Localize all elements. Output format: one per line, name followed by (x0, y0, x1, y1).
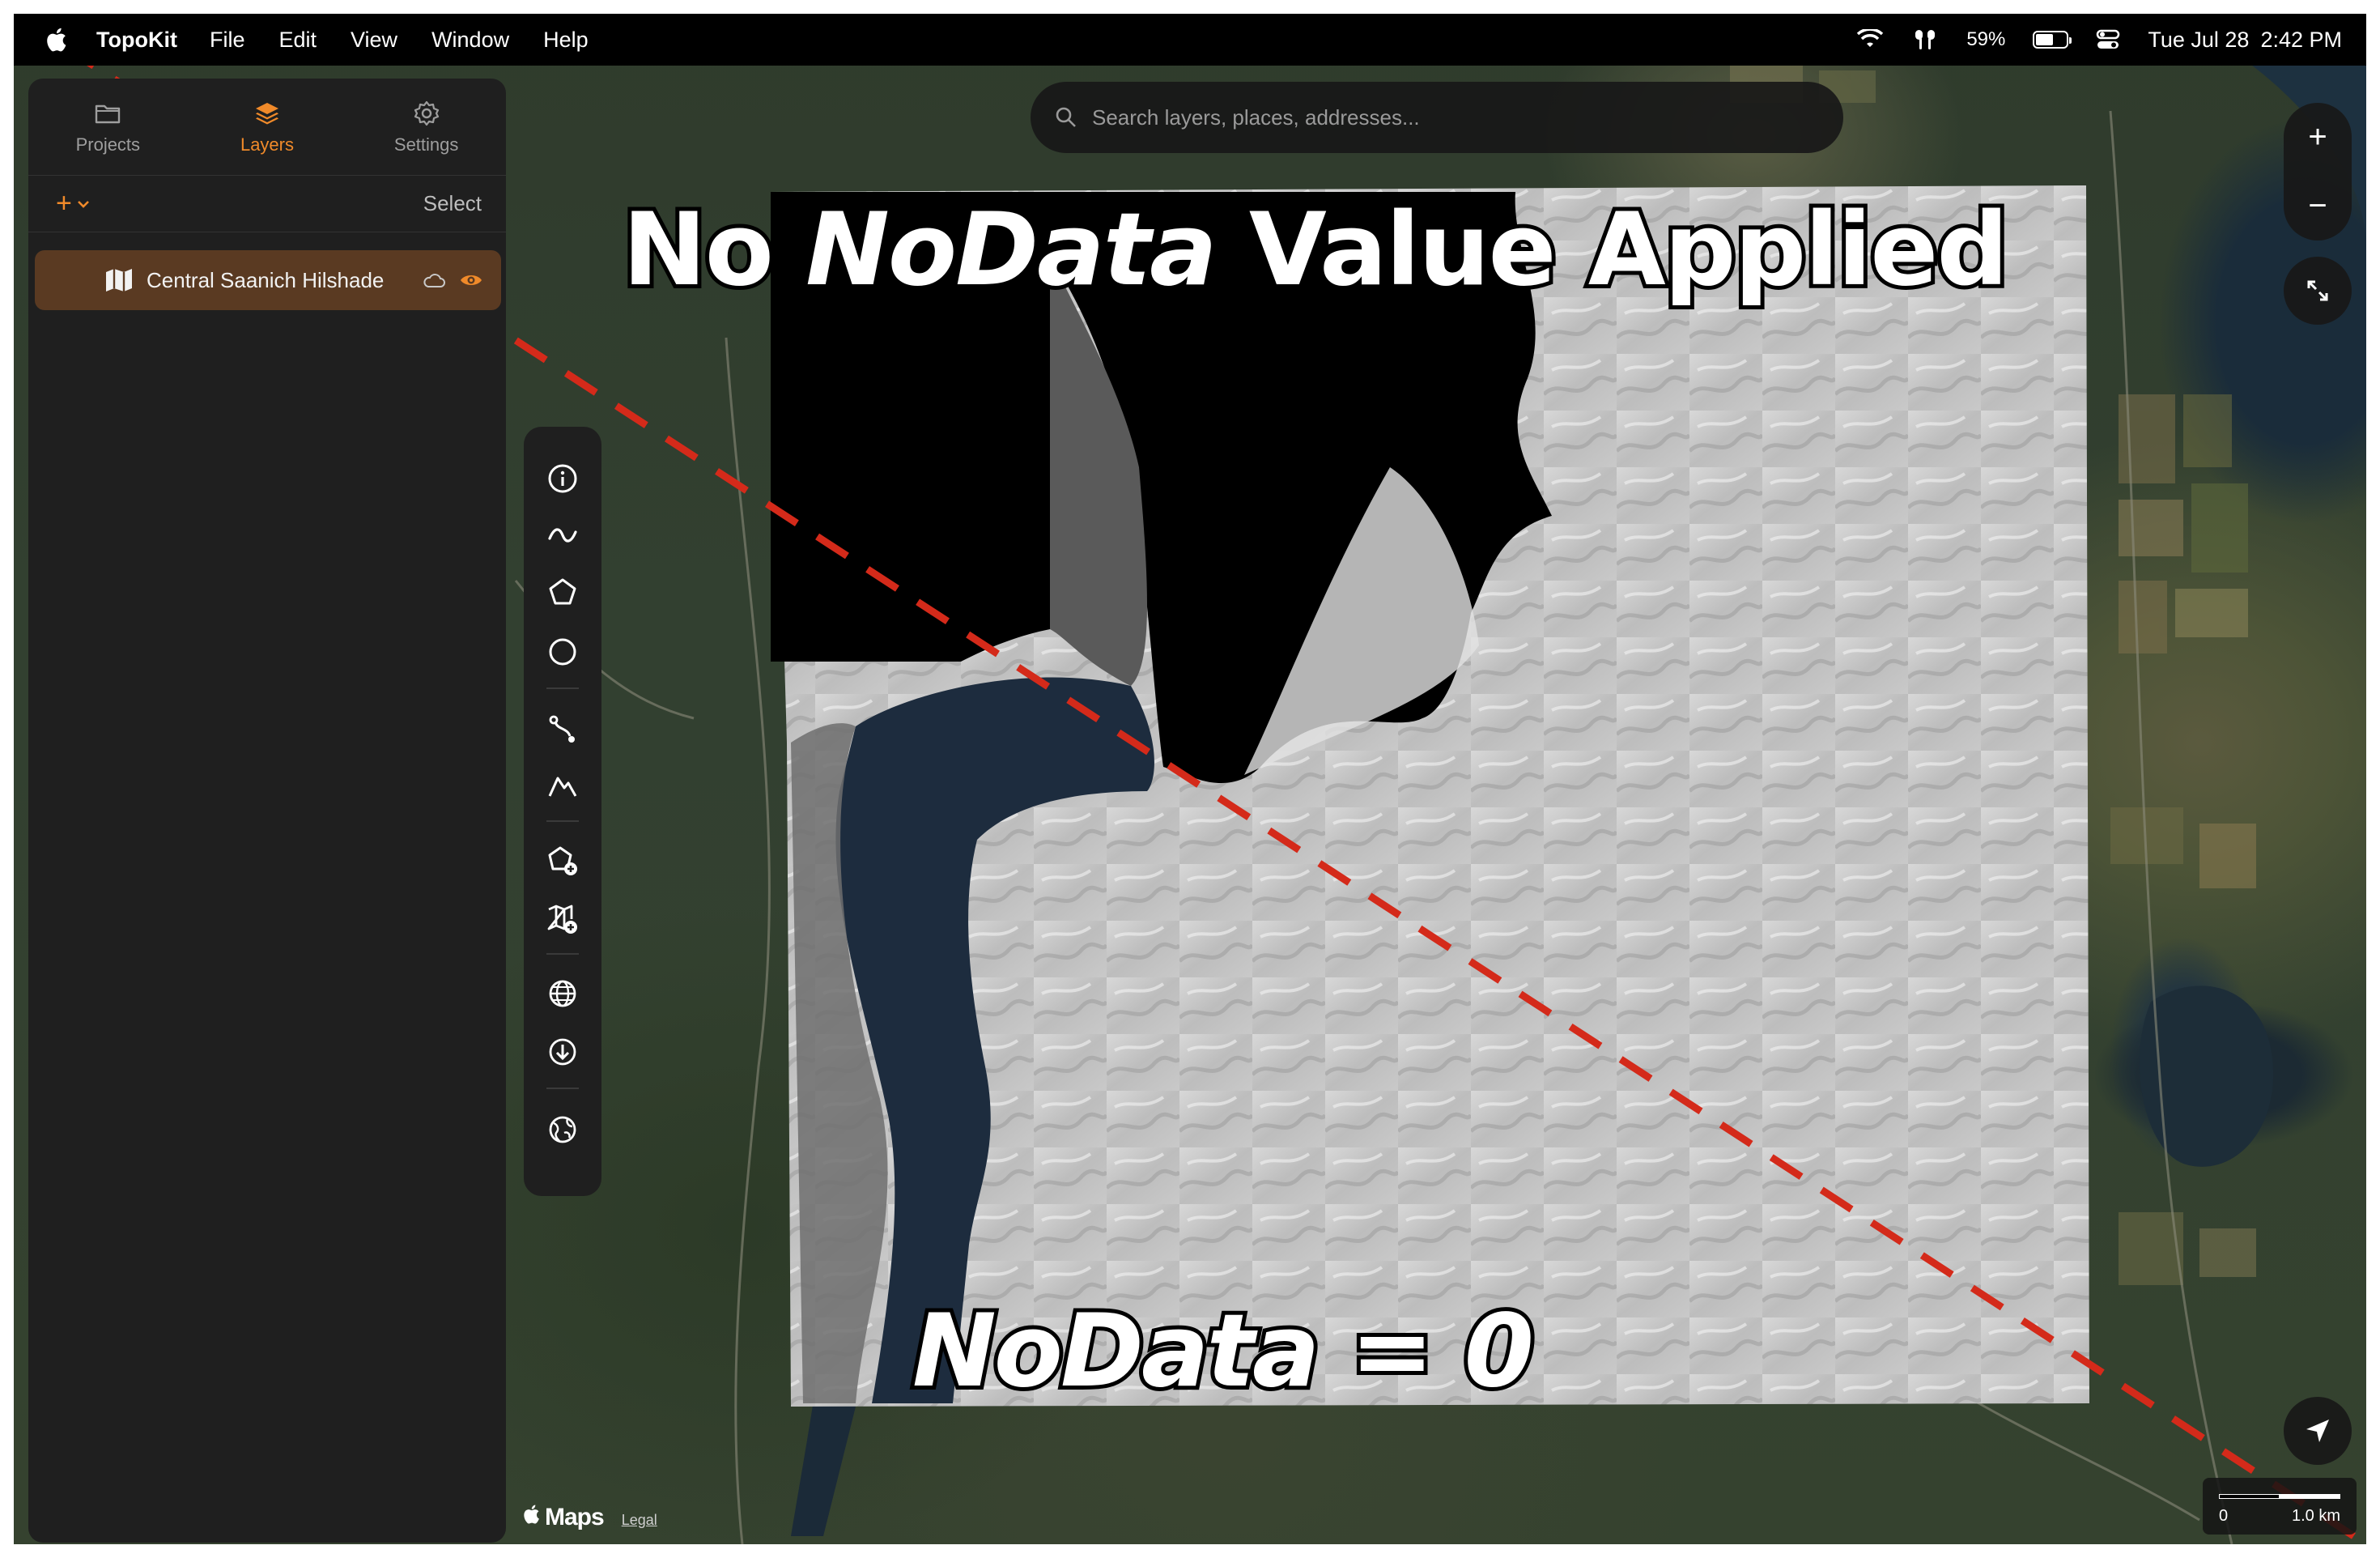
apple-logo-icon (524, 1505, 539, 1524)
fit-extent-button[interactable] (2284, 257, 2352, 325)
add-map-icon (547, 905, 577, 934)
gear-icon (414, 100, 439, 126)
freehand-line-tool-button[interactable] (543, 516, 582, 555)
chevron-down-icon (77, 200, 89, 208)
map-icon (106, 269, 132, 292)
layer-row-central-saanich[interactable]: Central Saanich Hilshade (35, 250, 501, 310)
battery-percent: 59% (1966, 28, 2006, 50)
menu-help[interactable]: Help (543, 28, 589, 53)
tool-separator (546, 1088, 579, 1089)
add-layer-label: + (56, 188, 72, 219)
apple-logo-icon[interactable] (45, 27, 67, 53)
circle-tool-button[interactable] (543, 632, 582, 671)
sidebar-tabs: Projects Layers Settings (28, 79, 506, 176)
screen: No NoData Value Applied NoData = 0 TopoK… (14, 14, 2366, 1544)
time-label[interactable]: 2:42 PM (2260, 28, 2342, 53)
basemap-icon (549, 1116, 576, 1143)
search-bar[interactable]: Search layers, places, addresses... (1031, 82, 1843, 153)
drawing-tool-palette (524, 427, 601, 1196)
download-icon (549, 1038, 576, 1066)
layer-name: Central Saanich Hilshade (147, 267, 385, 292)
wifi-icon[interactable] (1856, 29, 1884, 50)
legal-link[interactable]: Legal (622, 1512, 657, 1529)
tab-layers[interactable]: Layers (206, 99, 328, 155)
polygon-icon (549, 578, 576, 605)
add-shape-icon (548, 846, 577, 875)
search-icon (1056, 107, 1076, 127)
overlay-title: No NoData Value Applied (618, 188, 2012, 313)
elevation-profile-tool-button[interactable] (543, 767, 582, 806)
tab-settings[interactable]: Settings (366, 99, 487, 155)
date-label[interactable]: Tue Jul 28 (2148, 28, 2249, 53)
expand-icon (2307, 280, 2328, 301)
locate-button[interactable] (2284, 1397, 2352, 1465)
tab-projects[interactable]: Projects (47, 99, 168, 155)
menu-view[interactable]: View (351, 28, 397, 53)
scale-start-label: 0 (2219, 1507, 2229, 1525)
scale-bar-graphic (2219, 1494, 2340, 1499)
layers-icon (255, 102, 278, 124)
layers-toolbar: + Select (28, 176, 506, 232)
basemap-tool-button[interactable] (543, 1110, 582, 1149)
app-name-menu[interactable]: TopoKit (96, 28, 177, 53)
maps-brand-label: Maps (545, 1504, 605, 1530)
add-shape-tool-button[interactable] (543, 841, 582, 880)
zoom-controls: + − (2284, 103, 2352, 241)
airpods-icon[interactable] (1911, 28, 1939, 52)
zoom-out-button[interactable]: − (2308, 172, 2327, 241)
battery-icon[interactable] (2033, 31, 2072, 49)
location-arrow-icon (2306, 1420, 2329, 1442)
select-button[interactable]: Select (423, 191, 482, 216)
maps-attribution: Maps Legal (522, 1504, 657, 1531)
zoom-in-button[interactable]: + (2308, 103, 2327, 172)
scale-end-label: 1.0 km (2291, 1507, 2340, 1525)
overlay-nodata-label: NoData = 0 (908, 1289, 1538, 1414)
control-center-icon[interactable] (2096, 29, 2120, 50)
search-placeholder: Search layers, places, addresses... (1092, 104, 1420, 130)
cloud-icon[interactable] (422, 271, 446, 289)
menu-window[interactable]: Window (431, 28, 509, 53)
globe-icon (549, 980, 576, 1007)
tool-separator (546, 687, 579, 689)
globe-tool-button[interactable] (543, 974, 582, 1013)
info-icon (548, 464, 577, 493)
route-icon (549, 715, 575, 743)
add-layer-button[interactable]: + (56, 188, 90, 219)
freehand-line-icon (548, 528, 577, 543)
menu-bar: TopoKit File Edit View Window Help 59% T… (14, 14, 2366, 66)
elevation-profile-icon (548, 777, 577, 797)
sidebar: Projects Layers Settings + Select Centra… (28, 79, 506, 1543)
tab-projects-label: Projects (75, 134, 141, 155)
info-tool-button[interactable] (543, 459, 582, 498)
visibility-eye-icon[interactable] (459, 270, 483, 290)
polygon-tool-button[interactable] (543, 573, 582, 611)
tool-separator (546, 820, 579, 822)
tab-settings-label: Settings (393, 134, 459, 155)
route-tool-button[interactable] (543, 710, 582, 749)
circle-icon (549, 638, 576, 666)
menubar-status-area: 59% Tue Jul 28 2:42 PM (1856, 14, 2342, 66)
menu-edit[interactable]: Edit (278, 28, 317, 53)
tab-layers-label: Layers (240, 134, 294, 155)
add-map-tool-button[interactable] (543, 900, 582, 939)
tool-separator (546, 953, 579, 955)
download-tool-button[interactable] (543, 1032, 582, 1071)
menu-file[interactable]: File (210, 28, 245, 53)
scale-bar: 0 1.0 km (2203, 1478, 2357, 1535)
folder-icon (96, 104, 121, 123)
